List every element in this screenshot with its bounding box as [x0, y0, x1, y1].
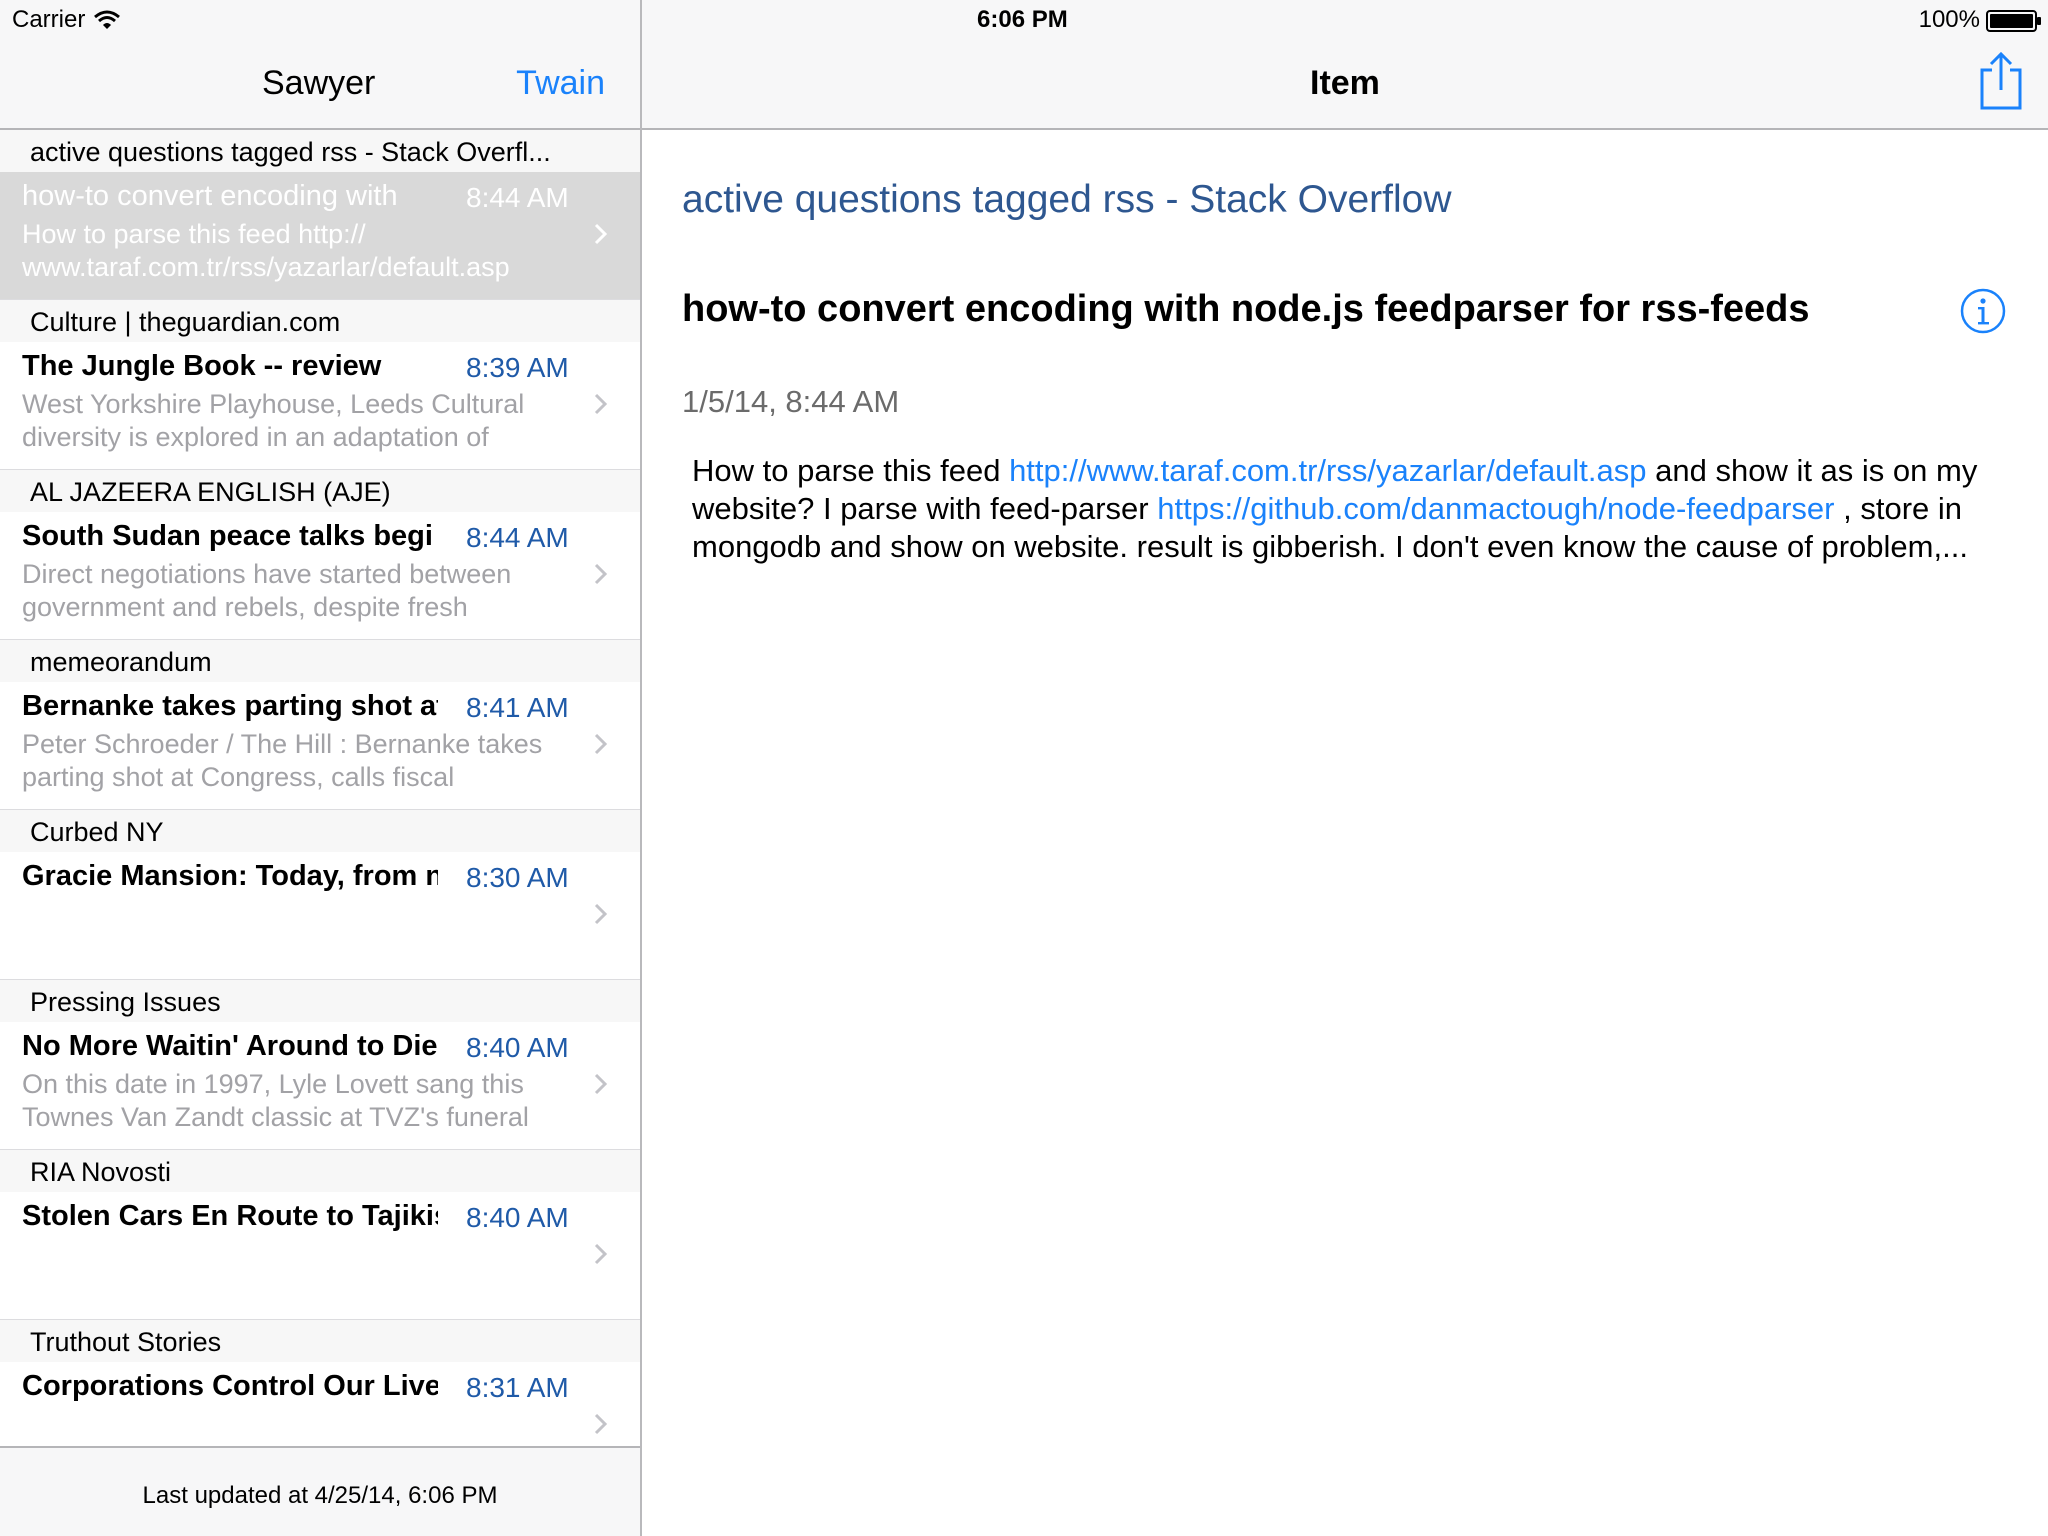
item-title-label: The Jungle Book -- review	[22, 350, 382, 382]
item-time-label: 8:40 AM	[466, 1202, 569, 1233]
item-title-label: Stolen Cars En Route to Tajikis	[22, 1200, 438, 1232]
item-title-label: Corporations Control Our Lives	[22, 1370, 438, 1402]
feed-item-row[interactable]: The Jungle Book -- review 8:39 AM West Yor…	[0, 342, 640, 470]
item-time-label: 8:41 AM	[466, 692, 569, 723]
share-icon[interactable]	[1978, 52, 2024, 110]
feed-url-link[interactable]: http://www.taraf.com.tr/rss/yazarlar/def…	[1009, 453, 1646, 488]
item-title-label: No More Waitin' Around to Die	[22, 1030, 438, 1062]
item-title-label: Gracie Mansion: Today, from n	[22, 860, 438, 892]
chevron-right-icon	[594, 1073, 608, 1095]
item-summary-label	[22, 1238, 582, 1304]
wifi-icon	[94, 10, 121, 29]
item-time-label: 8:31 AM	[466, 1372, 569, 1403]
feed-title: active questions tagged rss - Stack Over…	[682, 178, 1452, 221]
item-title: how-to convert encoding with node.js fee…	[682, 288, 1810, 330]
info-icon[interactable]	[1960, 288, 2006, 334]
master-pane: Carrier Sawyer Twain active questions ta…	[0, 0, 641, 1536]
detail-pane: 6:06 PM 100% Item active questions tagge…	[642, 0, 2048, 1536]
chevron-right-icon	[594, 223, 608, 245]
section-header: memeorandum	[0, 640, 640, 682]
item-summary-label: West Yorkshire Playhouse, Leeds Cultural…	[22, 389, 525, 452]
detail-title: Item	[1310, 64, 1380, 102]
feed-item-row[interactable]: No More Waitin' Around to Die 8:40 AM On t…	[0, 1022, 640, 1150]
master-footer: Last updated at 4/25/14, 6:06 PM	[0, 1446, 640, 1536]
item-date: 1/5/14, 8:44 AM	[682, 384, 900, 419]
chevron-right-icon	[594, 563, 608, 585]
carrier-label: Carrier	[12, 6, 86, 33]
chevron-right-icon	[594, 393, 608, 415]
item-time-label: 8:39 AM	[466, 352, 569, 383]
last-updated-label: Last updated at 4/25/14, 6:06 PM	[142, 1482, 498, 1509]
chevron-right-icon	[594, 733, 608, 755]
master-title: Sawyer	[262, 64, 376, 102]
detail-navbar: 6:06 PM 100% Item	[642, 0, 2048, 130]
master-navbar: Carrier Sawyer Twain	[0, 0, 640, 130]
item-time-label: 8:44 AM	[466, 182, 569, 213]
chevron-right-icon	[594, 1243, 608, 1265]
section-header: Culture | theguardian.com	[0, 300, 640, 342]
feed-item-row[interactable]: Bernanke takes parting shot at 8:41 AM Pet…	[0, 682, 640, 810]
item-title-label: South Sudan peace talks begi	[22, 520, 433, 552]
section-header: AL JAZEERA ENGLISH (AJE)	[0, 470, 640, 512]
item-title-label: how-to convert encoding with	[22, 180, 398, 212]
item-title-label: Bernanke takes parting shot at	[22, 690, 438, 722]
battery-percent: 100%	[1918, 6, 1980, 33]
status-time: 6:06 PM	[977, 6, 1068, 33]
item-summary-label: Peter Schroeder / The Hill : Bernanke ta…	[22, 729, 543, 792]
feed-list: active questions tagged rss - Stack Over…	[0, 130, 640, 1490]
section-header: active questions tagged rss - Stack Over…	[0, 130, 640, 172]
chevron-right-icon	[594, 903, 608, 925]
item-summary-label: How to parse this feed http:// www.taraf…	[22, 219, 510, 282]
feed-item-row[interactable]: South Sudan peace talks begi 8:44 AM Direc…	[0, 512, 640, 640]
chevron-right-icon	[594, 1413, 608, 1435]
feed-item-row[interactable]: Stolen Cars En Route to Tajikis 8:40 AM	[0, 1192, 640, 1320]
twain-button[interactable]: Twain	[516, 64, 605, 103]
item-time-label: 8:30 AM	[466, 862, 569, 893]
item-summary-label: Direct negotiations have started between…	[22, 559, 512, 622]
section-header: RIA Novosti	[0, 1150, 640, 1192]
section-header: Truthout Stories	[0, 1320, 640, 1362]
item-body: How to parse this feed http://www.taraf.…	[692, 452, 2022, 566]
item-summary-label	[22, 898, 582, 964]
item-time-label: 8:40 AM	[466, 1032, 569, 1063]
github-link[interactable]: https://github.com/danmactough/node-feed…	[1157, 491, 1834, 526]
battery-icon	[1986, 10, 2041, 32]
section-header: Curbed NY	[0, 810, 640, 852]
body-text-1: How to parse this feed	[692, 453, 1010, 488]
feed-item-row[interactable]: Gracie Mansion: Today, from n 8:30 AM	[0, 852, 640, 980]
item-summary-label: On this date in 1997, Lyle Lovett sang t…	[22, 1069, 529, 1132]
feed-item-row[interactable]: how-to convert encoding with 8:44 AM How t…	[0, 172, 640, 300]
item-time-label: 8:44 AM	[466, 522, 569, 553]
section-header: Pressing Issues	[0, 980, 640, 1022]
status-carrier: Carrier	[12, 6, 121, 34]
